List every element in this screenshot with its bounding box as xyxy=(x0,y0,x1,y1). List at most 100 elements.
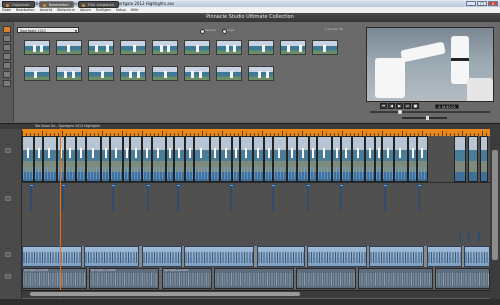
music-clip[interactable] xyxy=(358,268,433,289)
video-clip[interactable] xyxy=(166,136,174,182)
scene-thumbnail[interactable] xyxy=(152,66,178,81)
video-clip[interactable] xyxy=(34,136,43,182)
transitions-icon[interactable] xyxy=(3,35,11,42)
video-clip[interactable] xyxy=(43,136,57,182)
music-clip[interactable] xyxy=(296,268,356,289)
overlay-clip-marker[interactable] xyxy=(468,232,470,242)
scene-thumbnail[interactable] xyxy=(88,66,114,81)
video-clip[interactable] xyxy=(332,136,341,182)
video-clip[interactable] xyxy=(152,136,166,182)
audio-clip[interactable] xyxy=(369,246,424,267)
timeline-scroll-thumb[interactable] xyxy=(30,292,300,296)
scene-thumbnail[interactable] xyxy=(24,66,50,81)
minimize-button[interactable]: _ xyxy=(466,1,476,6)
playhead[interactable] xyxy=(60,128,61,300)
music-clip[interactable] xyxy=(435,268,490,289)
video-clip[interactable] xyxy=(264,136,273,182)
video-clip[interactable] xyxy=(86,136,101,182)
close-button[interactable]: x xyxy=(488,1,498,6)
stop-button[interactable]: ■ xyxy=(412,103,419,109)
scene-thumbnail[interactable] xyxy=(88,40,114,55)
video-clip[interactable] xyxy=(194,136,210,182)
music-clip[interactable] xyxy=(214,268,294,289)
folder-select[interactable]: Sportgala 2012 ▼ xyxy=(17,27,79,33)
overlay-clip-marker[interactable] xyxy=(62,185,64,211)
video-clip[interactable] xyxy=(240,136,253,182)
video-clip[interactable] xyxy=(174,136,185,182)
radio-szenen[interactable]: Szenen xyxy=(200,28,216,34)
sound-effects-icon[interactable] xyxy=(3,71,11,78)
video-track[interactable] xyxy=(22,136,490,182)
audio-clip[interactable] xyxy=(22,246,82,267)
video-album-icon[interactable] xyxy=(3,26,11,33)
video-clip[interactable] xyxy=(130,136,142,182)
scene-thumbnail[interactable] xyxy=(120,40,146,55)
overlay-track-icon[interactable] xyxy=(5,196,11,201)
video-clip[interactable] xyxy=(317,136,332,182)
video-clip[interactable] xyxy=(22,136,34,182)
video-clip[interactable] xyxy=(101,136,110,182)
audio-clip[interactable] xyxy=(184,246,254,267)
scene-thumbnail[interactable] xyxy=(312,40,338,55)
overlay-clip-marker[interactable] xyxy=(307,185,309,211)
video-clip[interactable] xyxy=(394,136,408,182)
play-button[interactable]: ▶ xyxy=(396,103,403,109)
scene-thumbnail[interactable] xyxy=(120,66,146,81)
video-clip[interactable] xyxy=(273,136,287,182)
scene-thumbnail[interactable] xyxy=(248,40,274,55)
overlay-clip-marker[interactable] xyxy=(418,185,420,211)
music-clip[interactable]: Sportgala_Audio03 xyxy=(162,268,212,289)
overlay-clip-marker[interactable] xyxy=(112,185,114,211)
volume-handle[interactable] xyxy=(426,115,429,120)
radio-clips[interactable]: Clips xyxy=(222,28,234,34)
video-clip[interactable] xyxy=(297,136,309,182)
overlay-clip-marker[interactable] xyxy=(177,185,179,211)
tab-bearbeiten[interactable]: Bearbeiten xyxy=(39,1,74,8)
video-clip[interactable] xyxy=(76,136,86,182)
video-clip[interactable] xyxy=(375,136,382,182)
music-track[interactable]: Sportgala_Audio01 Sportgala_Audio02 Sportg… xyxy=(22,268,490,289)
video-preview[interactable] xyxy=(366,27,494,102)
preview-scrubber[interactable] xyxy=(370,111,490,113)
overlay-clip-marker[interactable] xyxy=(459,232,461,242)
audio-clip[interactable] xyxy=(464,246,490,267)
music-icon[interactable] xyxy=(3,80,11,87)
timecode-display[interactable]: 0:18:49:22 xyxy=(435,104,459,109)
scene-thumbnail[interactable] xyxy=(56,66,82,81)
audio-clip[interactable] xyxy=(84,246,139,267)
video-clip[interactable] xyxy=(454,136,466,182)
scene-thumbnail[interactable] xyxy=(248,66,274,81)
audio-clip[interactable] xyxy=(142,246,182,267)
timeline-ruler[interactable] xyxy=(22,129,490,136)
audio-track[interactable] xyxy=(22,246,490,267)
volume-slider[interactable] xyxy=(402,117,447,119)
overlay-clip-marker[interactable] xyxy=(30,185,32,211)
photos-icon[interactable] xyxy=(3,53,11,60)
music-clip[interactable]: Sportgala_Audio01 xyxy=(22,268,87,289)
maximize-button[interactable]: □ xyxy=(477,1,487,6)
music-track-icon[interactable] xyxy=(5,274,11,279)
video-clip[interactable] xyxy=(210,136,220,182)
video-clip[interactable] xyxy=(110,136,123,182)
video-clip[interactable] xyxy=(253,136,264,182)
music-clip[interactable]: Sportgala_Audio02 xyxy=(89,268,159,289)
video-clip[interactable] xyxy=(382,136,394,182)
overlay-clip-marker[interactable] xyxy=(384,185,386,211)
overlay-clip-marker[interactable] xyxy=(147,185,149,211)
scene-thumbnail[interactable] xyxy=(216,66,242,81)
video-clip[interactable] xyxy=(185,136,194,182)
video-clip[interactable] xyxy=(220,136,232,182)
video-clip[interactable] xyxy=(480,136,488,182)
overlay-clip-marker[interactable] xyxy=(478,232,480,242)
video-clip[interactable] xyxy=(287,136,297,182)
overlay-clip-marker[interactable] xyxy=(340,185,342,211)
scene-thumbnail[interactable] xyxy=(216,40,242,55)
scene-thumbnail[interactable] xyxy=(24,40,50,55)
scene-thumbnail[interactable] xyxy=(152,40,178,55)
video-track-icon[interactable] xyxy=(5,148,11,153)
video-clip[interactable] xyxy=(123,136,130,182)
video-clip[interactable] xyxy=(65,136,76,182)
video-clip[interactable] xyxy=(468,136,478,182)
video-clip[interactable] xyxy=(352,136,365,182)
scene-thumbnail[interactable] xyxy=(56,40,82,55)
